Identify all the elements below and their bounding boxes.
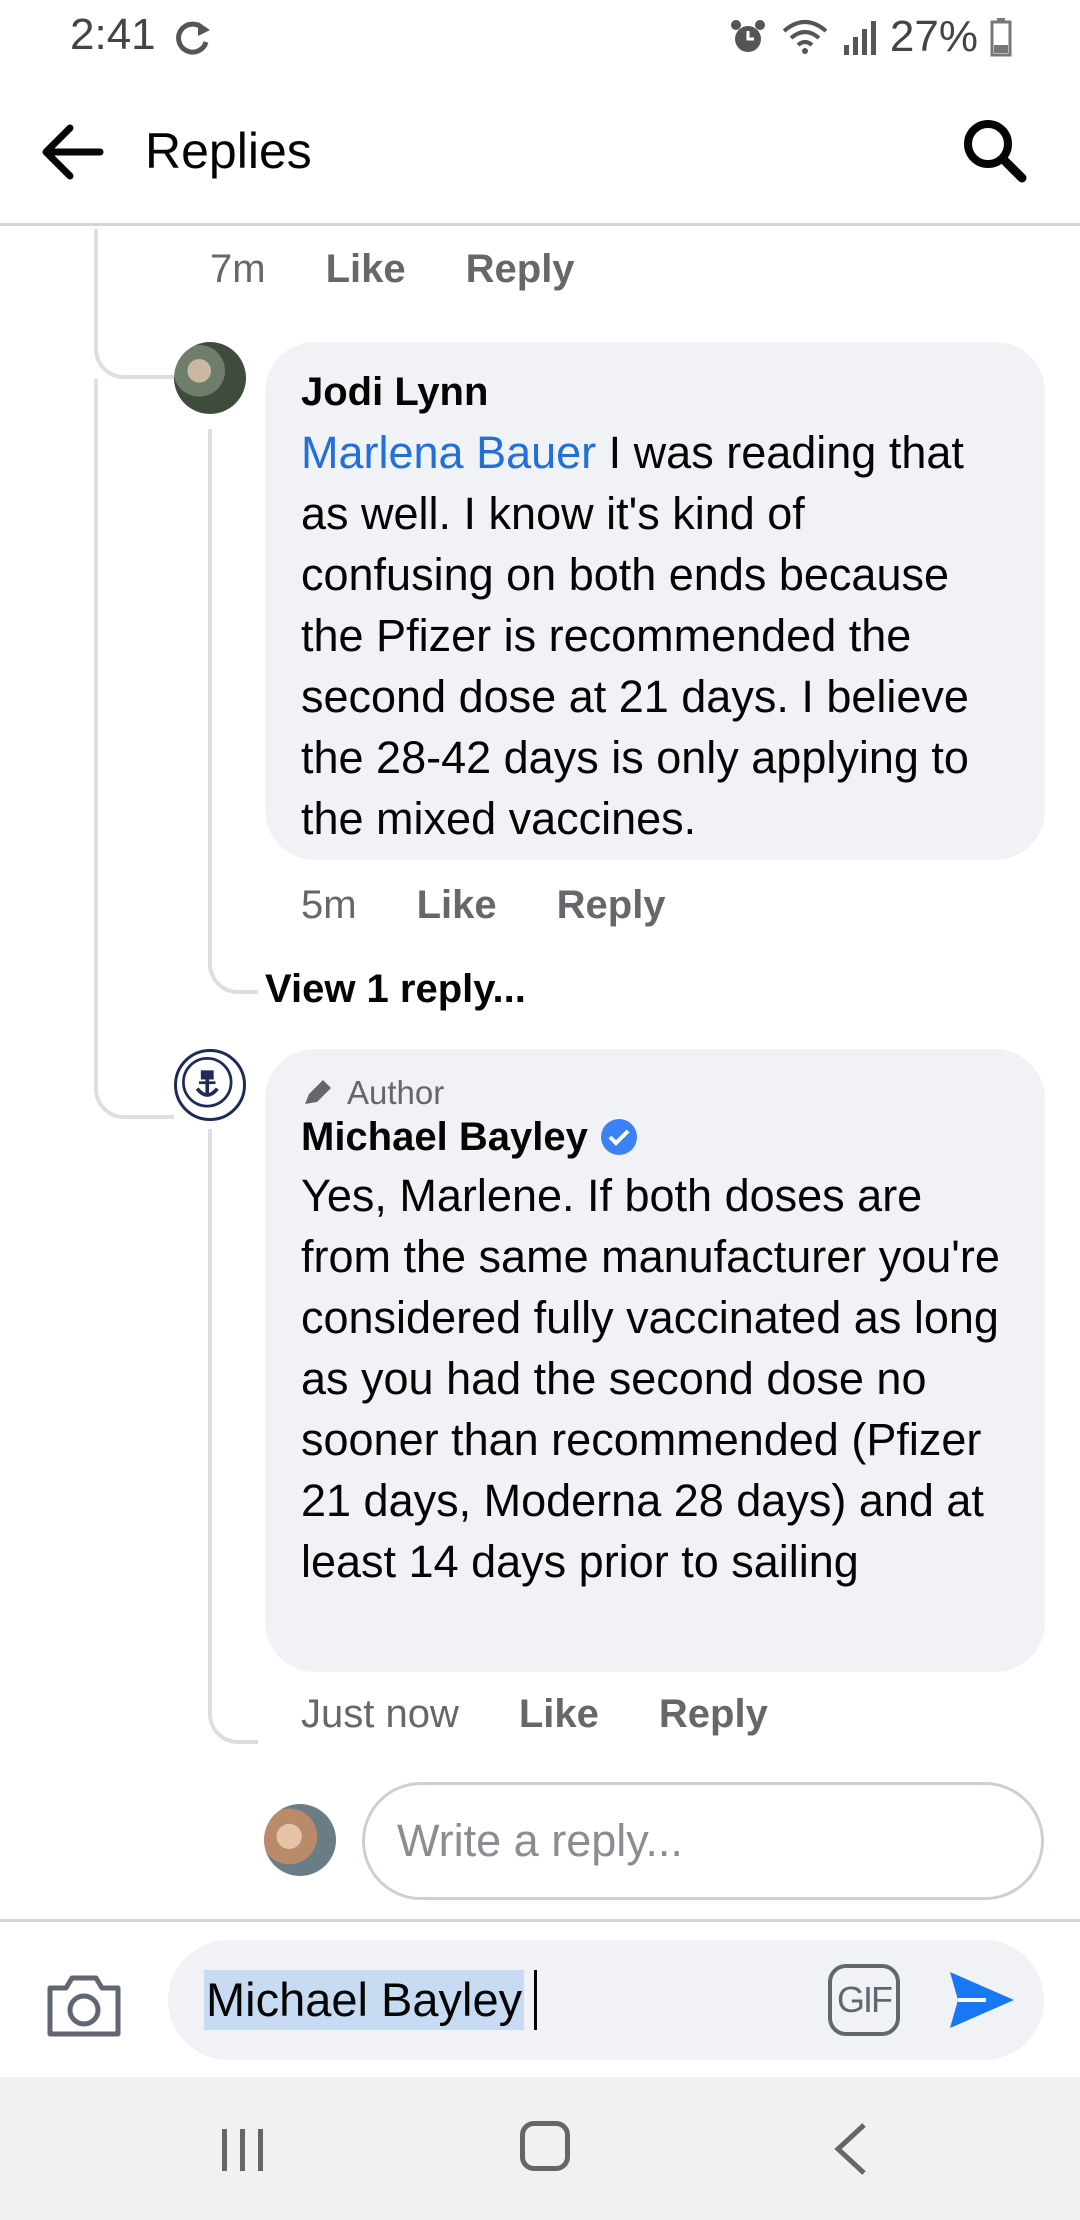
comment-text: Marlena Bauer I was reading that as well…: [301, 422, 1009, 849]
composer-input[interactable]: Michael Bayley GIF: [168, 1940, 1044, 2060]
pencil-icon: [305, 1080, 331, 1104]
app-header: Replies: [0, 76, 1080, 226]
comment-author[interactable]: Michael Bayley: [301, 1113, 1009, 1161]
system-nav-bar: [0, 2077, 1080, 2220]
verified-badge-icon: [600, 1119, 637, 1155]
thread-line-outer: [94, 229, 174, 379]
comment-author[interactable]: Jodi Lynn: [301, 368, 1009, 416]
thread-line-outer-2: [94, 379, 174, 1119]
like-button[interactable]: Like: [417, 883, 497, 928]
battery-icon: [990, 18, 1012, 57]
reply-button[interactable]: Reply: [659, 1692, 768, 1737]
avatar-jodi-lynn[interactable]: [174, 342, 246, 414]
nav-back-icon[interactable]: [830, 2121, 870, 2177]
like-button[interactable]: Like: [326, 247, 406, 292]
comment-actions-jodi: 5m Like Reply: [301, 883, 726, 928]
write-reply-input[interactable]: Write a reply...: [362, 1782, 1044, 1900]
author-badge: Author: [301, 1073, 1009, 1113]
wifi-icon: [782, 20, 828, 54]
comment-bubble-michael: Author Michael Bayley Yes, Marlene. If b…: [265, 1049, 1045, 1672]
crown-anchor-logo-icon: [182, 1057, 233, 1108]
back-arrow-icon[interactable]: [38, 120, 106, 184]
like-button[interactable]: Like: [519, 1692, 599, 1737]
page-title: Replies: [145, 123, 312, 179]
battery-percent: 27%: [889, 12, 978, 61]
mention-link[interactable]: Marlena Bauer: [301, 427, 596, 478]
text-cursor: [534, 1970, 537, 2030]
avatar-michael-bayley[interactable]: [174, 1049, 246, 1121]
alarm-icon: [730, 20, 765, 52]
comment-body: Yes, Marlene. If both doses are from the…: [301, 1170, 1000, 1587]
status-time: 2:41: [70, 10, 156, 59]
comment-time: 7m: [210, 247, 266, 291]
camera-icon[interactable]: [44, 1970, 124, 2040]
gif-button[interactable]: GIF: [828, 1964, 900, 2036]
replies-thread: 7m Like Reply Jodi Lynn Marlena Bauer I …: [0, 229, 1080, 1919]
comment-bubble-jodi: Jodi Lynn Marlena Bauer I was reading th…: [265, 342, 1045, 860]
comment-actions-previous: 7m Like Reply: [210, 247, 635, 292]
home-icon[interactable]: [520, 2121, 570, 2171]
sync-icon: [176, 21, 210, 55]
comment-actions-michael: Just now Like Reply: [301, 1692, 828, 1737]
send-icon[interactable]: [946, 1964, 1018, 2036]
comment-composer: Michael Bayley GIF: [0, 1919, 1080, 2077]
current-user-avatar: [264, 1804, 336, 1876]
comment-time: 5m: [301, 883, 357, 927]
reply-button[interactable]: Reply: [557, 883, 666, 928]
thread-line-inner: [208, 429, 258, 994]
status-bar: 2:41 27%: [0, 0, 1080, 76]
reply-button[interactable]: Reply: [466, 247, 575, 292]
signal-icon: [843, 21, 876, 55]
reply-placeholder: Write a reply...: [397, 1815, 683, 1866]
recents-icon[interactable]: [220, 2125, 270, 2175]
search-icon[interactable]: [960, 116, 1028, 184]
comment-body: I was reading that as well. I know it's …: [301, 427, 969, 844]
view-replies-link[interactable]: View 1 reply...: [265, 967, 526, 1012]
thread-line-inner-2: [208, 1129, 258, 1744]
composer-text[interactable]: Michael Bayley: [204, 1970, 525, 2030]
status-icons: 27%: [728, 12, 1012, 62]
comment-time: Just now: [301, 1692, 459, 1736]
